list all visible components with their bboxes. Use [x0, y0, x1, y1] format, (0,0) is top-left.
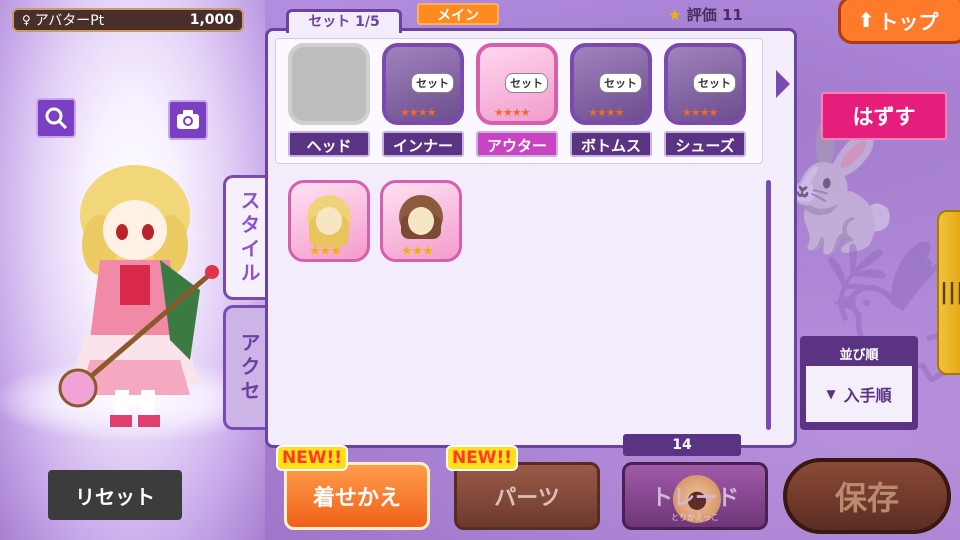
dress-up-button[interactable]: 着せかえ [284, 462, 430, 530]
trade-button-label: トレード [650, 486, 739, 511]
rating-label: 評価 [686, 6, 717, 24]
item-scrollbar[interactable] [766, 180, 771, 430]
slot-outer-image: セット ★★★★ [476, 43, 558, 125]
parts-button[interactable]: パーツ [454, 462, 600, 530]
slot-inner-image: セット ★★★★ [382, 43, 464, 125]
sort-value: 入手順 [843, 386, 892, 405]
remove-button[interactable]: はずす [821, 92, 947, 140]
slot-inner-label: インナー [382, 131, 464, 157]
magnifier-icon [45, 107, 68, 130]
avatar-points-bar: ♀ アバターPt 1,000 [12, 8, 244, 32]
rarity-stars: ★★★★ [400, 106, 436, 119]
trade-button-sublabel: とりかえっこ [671, 513, 719, 522]
new-badge-parts: NEW!! [446, 445, 518, 471]
slot-shoes-label: シューズ [664, 131, 746, 157]
camera-button[interactable] [168, 100, 208, 140]
sort-select[interactable]: ▼ 入手順 [806, 366, 912, 422]
slot-outer[interactable]: セット ★★★★ アウター [476, 43, 558, 163]
slot-bottoms-image: セット ★★★★ [570, 43, 652, 125]
item-blonde-wavy-hair[interactable]: ★★★ [288, 180, 370, 262]
sort-title: 並び順 [839, 348, 879, 363]
sort-order[interactable]: 並び順 ▼ 入手順 [800, 336, 918, 430]
slot-shoes-image: セット ★★★★ [664, 43, 746, 125]
main-tag: メイン [417, 3, 499, 25]
star-icon: ★ [668, 6, 682, 24]
set-tab[interactable]: セット 1/5 [286, 9, 402, 33]
triangle-down-icon: ▼ [826, 387, 836, 401]
avatar-points-value: 1,000 [189, 12, 234, 28]
set-badge: セット [411, 73, 454, 93]
person-icon: ♀ [22, 13, 31, 27]
rating-display: ★ 評価 11 [668, 4, 743, 25]
camera-icon [177, 110, 199, 129]
rarity-stars: ★★★★ [494, 106, 530, 119]
slot-outer-label: アウター [476, 131, 558, 157]
rarity-stars: ★★★ [401, 244, 434, 259]
slot-inner[interactable]: セット ★★★★ インナー [382, 43, 464, 163]
blonde-hair-icon [307, 195, 351, 247]
rarity-stars: ★★★★ [588, 106, 624, 119]
item-image: ★★★ [288, 180, 370, 262]
set-badge: セット [599, 73, 642, 93]
new-badge-dress: NEW!! [276, 445, 348, 471]
brown-hair-icon [399, 195, 443, 239]
slot-head-label: ヘッド [288, 131, 370, 157]
avatar-character [58, 165, 219, 427]
slot-bottoms-label: ボトムス [570, 131, 652, 157]
top-button-label: トップ [878, 9, 939, 34]
slot-bottoms[interactable]: セット ★★★★ ボトムス [570, 43, 652, 163]
next-slots-arrow-icon[interactable] [776, 70, 790, 98]
item-brown-short-hair[interactable]: ★★★ [380, 180, 462, 262]
item-count: 14 [623, 434, 741, 456]
rarity-stars: ★★★★ [682, 106, 718, 119]
reset-button[interactable]: リセット [48, 470, 182, 520]
zoom-button[interactable] [36, 98, 76, 138]
rating-value: 11 [721, 6, 743, 24]
slot-head-image [288, 43, 370, 125]
rarity-stars: ★★★ [309, 244, 342, 259]
slot-shoes[interactable]: セット ★★★★ シューズ [664, 43, 746, 163]
save-button[interactable]: 保存 [783, 458, 951, 534]
up-arrow-icon: ⬆ [857, 8, 875, 32]
grip-icon: ||| [939, 280, 960, 305]
item-image: ★★★ [380, 180, 462, 262]
top-button[interactable]: ⬆ トップ [838, 0, 960, 44]
set-badge: セット [693, 73, 736, 93]
set-badge: セット [505, 73, 548, 93]
trade-button[interactable]: ● トレード とりかえっこ [622, 462, 768, 530]
equip-slot-row: ヘッド セット ★★★★ インナー セット ★★★★ アウター セット ★★★★… [275, 38, 763, 164]
avatar-points-label: アバターPt [34, 13, 105, 29]
side-drawer-handle[interactable]: ||| [937, 210, 960, 375]
slot-head[interactable]: ヘッド [288, 43, 370, 163]
